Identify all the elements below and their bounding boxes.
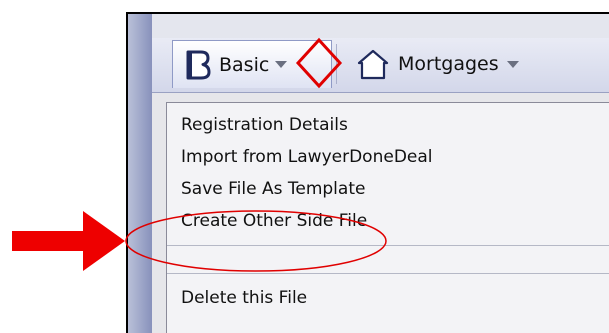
menu-item-save-as-template[interactable]: Save File As Template [181, 179, 365, 199]
pointer-arrow [12, 211, 125, 271]
window-top-strip [152, 14, 609, 39]
menu-item-import-lawyerdonedeal[interactable]: Import from LawyerDoneDeal [181, 147, 433, 167]
mortgages-menu-label: Mortgages [398, 53, 499, 75]
house-icon [357, 49, 389, 80]
menu-item-delete-file[interactable]: Delete this File [181, 288, 307, 308]
left-navigation-rail [128, 14, 152, 333]
basic-menu-label: Basic [219, 53, 270, 76]
menu-separator [167, 245, 609, 246]
mortgages-menu-button[interactable]: Mortgages [352, 40, 567, 88]
basic-dropdown-menu: Registration Details Import from LawyerD… [166, 102, 609, 333]
menu-item-registration-details[interactable]: Registration Details [181, 115, 348, 135]
basic-menu-button[interactable]: Basic [172, 40, 332, 88]
toolbar-divider [336, 44, 337, 84]
menu-separator [167, 273, 609, 274]
menu-item-create-other-side-file[interactable]: Create Other Side File [181, 211, 367, 231]
dropdown-caret-icon[interactable] [275, 61, 288, 68]
toolbar: Basic Mortgages [152, 38, 609, 93]
b-document-icon [186, 50, 211, 79]
app-screenshot: Basic Mortgages Registration Details Imp… [126, 12, 609, 333]
mortgages-dropdown-caret-icon[interactable] [506, 60, 519, 68]
